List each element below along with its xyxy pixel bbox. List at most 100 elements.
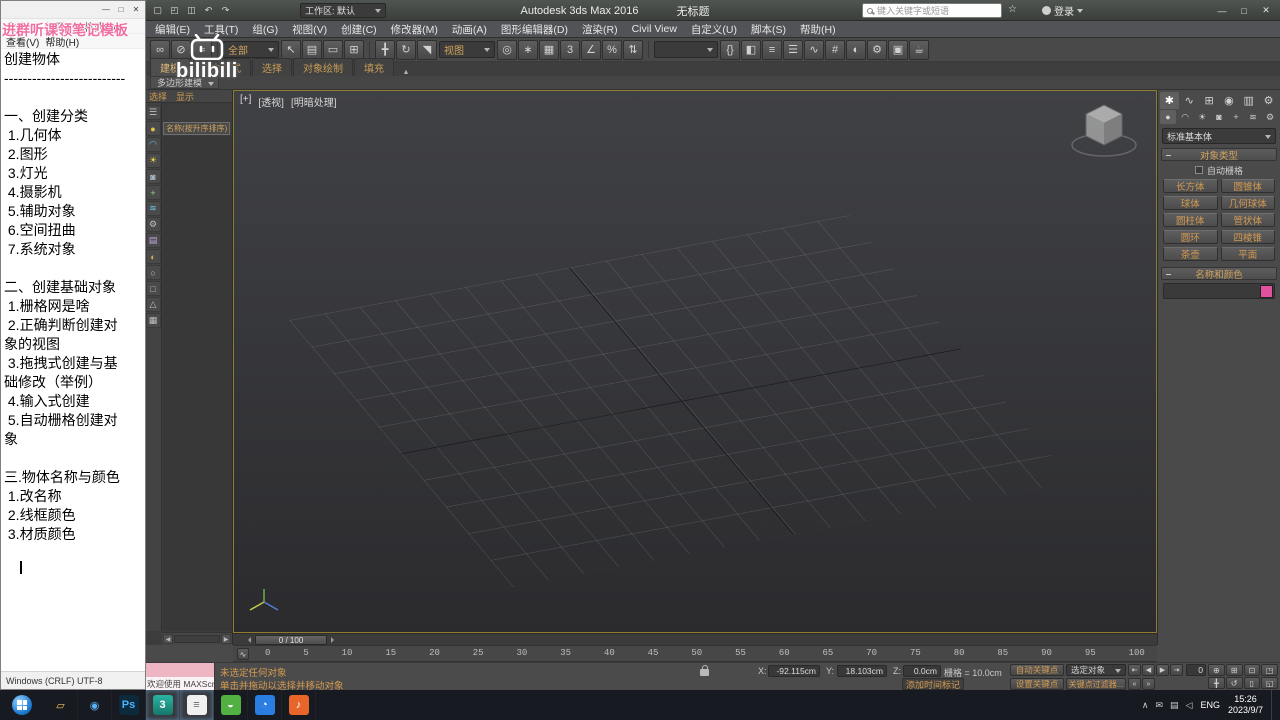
- 3dsmax-taskbar-icon[interactable]: 3: [146, 690, 180, 720]
- geosphere-button[interactable]: 几何球体: [1220, 196, 1275, 210]
- track-bar[interactable]: ∿ 0 5 10 15 20 25 30 35 40 45 50 55 60 65 70 75 80 85 90 95…: [233, 645, 1157, 662]
- geometry-icon[interactable]: ●: [1160, 110, 1176, 124]
- edit-named-selection-sets-icon[interactable]: {}: [720, 39, 740, 60]
- language-indicator[interactable]: ENG: [1200, 700, 1220, 710]
- key-filters-button[interactable]: 关键点过滤器...: [1066, 678, 1126, 690]
- tube-button[interactable]: 管状体: [1220, 213, 1275, 227]
- notepad-menu-item[interactable]: 帮助(H): [43, 34, 81, 49]
- menu-item[interactable]: 渲染(R): [575, 22, 625, 37]
- explorer-horizontal-scrollbar[interactable]: ◀ ▶: [162, 632, 232, 645]
- autogrid-checkbox[interactable]: [1194, 166, 1203, 174]
- object-color-swatch[interactable]: [1260, 285, 1273, 298]
- mini-curve-editor-button[interactable]: ∿: [237, 648, 249, 660]
- render-setup-icon[interactable]: ⚙: [867, 39, 887, 60]
- select-and-scale-icon[interactable]: ◥: [417, 39, 437, 60]
- maximize-viewport-toggle-icon[interactable]: ◱: [1261, 677, 1278, 689]
- scroll-right-icon[interactable]: ▶: [221, 634, 231, 644]
- selection-lock-toggle[interactable]: [700, 665, 709, 676]
- new-scene-icon[interactable]: ▢: [150, 3, 165, 18]
- scroll-left-icon[interactable]: ◀: [163, 634, 173, 644]
- current-frame-field[interactable]: 0: [1186, 664, 1206, 676]
- primitive-category-dropdown[interactable]: 标准基本体: [1162, 128, 1276, 144]
- notepad-minimize-button[interactable]: —: [99, 4, 113, 16]
- mirror-icon[interactable]: ◧: [741, 39, 761, 60]
- display-lights-icon[interactable]: ☀: [145, 153, 161, 168]
- space-warps-icon[interactable]: ≋: [1245, 110, 1261, 124]
- layer-manager-icon[interactable]: ☰: [783, 39, 803, 60]
- menu-item[interactable]: 创建(C): [334, 22, 384, 37]
- set-key-button[interactable]: 设置关键点: [1010, 678, 1064, 690]
- material-editor-icon[interactable]: ◐: [846, 39, 866, 60]
- z-coordinate-field[interactable]: 0.0cm: [903, 665, 941, 677]
- zoom-all-icon[interactable]: ⊞: [1225, 664, 1243, 676]
- tray-expand-icon[interactable]: ∧: [1142, 700, 1149, 711]
- viewport-label[interactable]: [明暗处理]: [291, 94, 337, 109]
- zoom-extents-icon[interactable]: ⊡: [1243, 664, 1261, 676]
- signin-button[interactable]: 登录: [1042, 3, 1083, 18]
- display-containers-icon[interactable]: □: [145, 281, 161, 296]
- orbit-icon[interactable]: ↺: [1225, 677, 1243, 689]
- menu-item[interactable]: 工具(T): [197, 22, 245, 37]
- viewport-perspective[interactable]: [+] [透视] [明暗处理]: [233, 90, 1157, 633]
- scrollbar-track[interactable]: [174, 635, 220, 643]
- display-shapes-icon[interactable]: ◠: [145, 137, 161, 152]
- pan-icon[interactable]: ╋: [1208, 677, 1225, 689]
- menu-item[interactable]: 脚本(S): [744, 22, 793, 37]
- notepad-taskbar-icon[interactable]: ≡: [180, 690, 214, 720]
- zoom-icon[interactable]: ⊕: [1208, 664, 1225, 676]
- angle-snap-icon[interactable]: ∠: [581, 39, 601, 60]
- selection-filter-dropdown[interactable]: 全部: [223, 41, 279, 58]
- key-mode-toggle-button[interactable]: «: [1128, 678, 1141, 690]
- snaps-toggle-icon[interactable]: 3: [560, 39, 580, 60]
- music-app-icon[interactable]: ♪: [282, 690, 316, 720]
- schematic-view-icon[interactable]: #: [825, 39, 845, 60]
- utilities-tab[interactable]: ⚙: [1259, 92, 1278, 109]
- window-close-button[interactable]: ✕: [1256, 3, 1276, 19]
- notepad-maximize-button[interactable]: □: [114, 4, 128, 16]
- torus-button[interactable]: 圆环: [1163, 230, 1218, 244]
- ribbon-tab[interactable]: 自由形式: [191, 58, 251, 76]
- menu-item[interactable]: 自定义(U): [684, 22, 744, 37]
- display-frozen-icon[interactable]: △: [145, 297, 161, 312]
- menu-item[interactable]: 帮助(H): [793, 22, 843, 37]
- helpers-icon[interactable]: +: [1228, 110, 1244, 124]
- display-hidden-icon[interactable]: ▦: [145, 313, 161, 328]
- shapes-icon[interactable]: ◠: [1177, 110, 1193, 124]
- keyboard-shortcut-override-icon[interactable]: ▦: [539, 39, 559, 60]
- percent-snap-icon[interactable]: %: [602, 39, 622, 60]
- sphere-button[interactable]: 球体: [1163, 196, 1218, 210]
- x-coordinate-field[interactable]: -92.115cm: [768, 665, 820, 677]
- ribbon-minimize-toggle[interactable]: ▴: [401, 67, 411, 76]
- cylinder-button[interactable]: 圆柱体: [1163, 213, 1218, 227]
- notepad-text-area[interactable]: 创建物体 -------------------------- 一、创建分类 1.几…: [1, 49, 145, 671]
- ribbon-tab[interactable]: 选择: [252, 58, 292, 76]
- explorer-list[interactable]: [163, 136, 232, 631]
- search-input[interactable]: 键入关键字或短语: [862, 3, 1002, 18]
- unlink-selection-icon[interactable]: ⊘: [171, 39, 191, 60]
- show-desktop-button[interactable]: [1271, 690, 1276, 720]
- play-button[interactable]: ▶: [1156, 664, 1169, 676]
- motion-tab[interactable]: ◉: [1219, 92, 1238, 109]
- time-slider[interactable]: 0 / 100: [233, 633, 1157, 645]
- notifications-icon[interactable]: ✉: [1155, 700, 1163, 711]
- teapot-button[interactable]: 茶壶: [1163, 247, 1218, 261]
- listener-macro-row[interactable]: [145, 663, 214, 677]
- display-tab[interactable]: ▥: [1239, 92, 1258, 109]
- save-file-icon[interactable]: ◫: [184, 3, 199, 18]
- select-and-move-icon[interactable]: ╋: [375, 39, 395, 60]
- selection-region-icon[interactable]: ▭: [323, 39, 343, 60]
- viewport-label[interactable]: [透视]: [258, 94, 284, 109]
- file-explorer-icon[interactable]: ▱: [44, 690, 78, 720]
- modify-tab[interactable]: ∿: [1180, 92, 1199, 109]
- selected-keyset-dropdown[interactable]: 选定对象: [1066, 664, 1126, 676]
- spinner-snap-icon[interactable]: ⇅: [623, 39, 643, 60]
- menu-item[interactable]: Civil View: [625, 23, 684, 35]
- undo-icon[interactable]: ↶: [201, 3, 216, 18]
- viewcube[interactable]: [1066, 99, 1142, 165]
- favorites-icon[interactable]: ☆: [1008, 4, 1017, 15]
- name-and-color-rollout[interactable]: 名称和颜色: [1161, 267, 1277, 281]
- pyramid-button[interactable]: 四棱锥: [1220, 230, 1275, 244]
- notepad-menu-item[interactable]: 编辑(E): [43, 19, 80, 34]
- select-and-link-icon[interactable]: ∞: [150, 39, 170, 60]
- y-coordinate-field[interactable]: 18.103cm: [837, 665, 887, 677]
